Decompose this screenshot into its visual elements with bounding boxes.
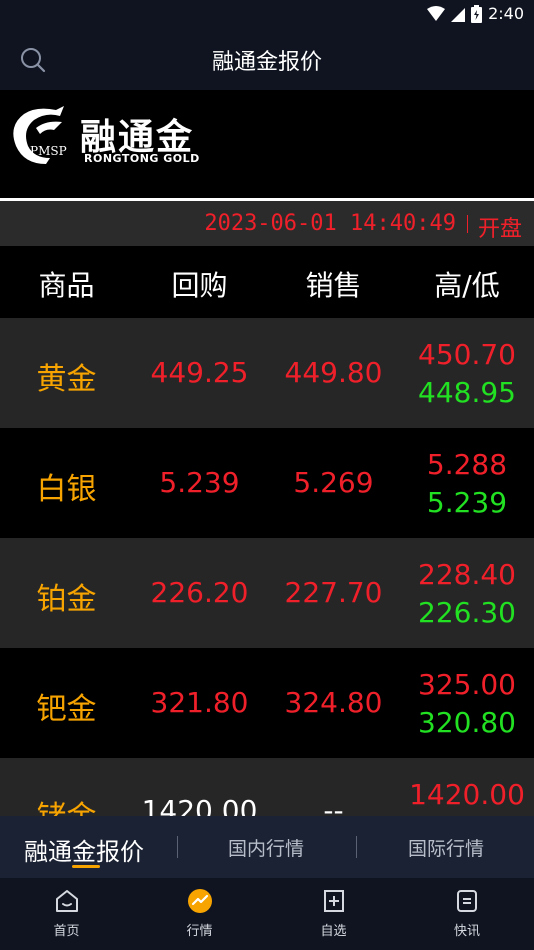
high-price: 228.40 [418,558,516,591]
page-title: 融通金报价 [211,50,322,75]
product-name: 黄金 [36,362,97,397]
quote-subtabs: 融通金报价 国内行情 国际行情 [0,816,534,878]
tab-domestic-market[interactable]: 国内行情 [228,834,304,861]
brand-banner: PMSP 融通金 RONGTONG GOLD [0,90,534,198]
quote-datetime: 2023-06-01 14:40:49 [204,211,456,236]
separator [467,215,468,233]
sell-price: -- [323,794,344,816]
buyback-price: 5.239 [159,466,240,499]
buyback-price: 321.80 [150,686,249,719]
table-row[interactable]: 钯金 321.80 324.80 325.00 320.80 [0,648,534,758]
active-tab-indicator [72,865,100,868]
low-price: 5.239 [426,486,508,519]
sell-price: 324.80 [284,686,383,719]
app-header: 融通金报价 [0,28,534,90]
low-price: 226.30 [418,596,516,629]
home-icon [55,890,78,912]
product-name: 钯金 [36,692,97,727]
nav-market[interactable]: 行情 [133,888,266,939]
low-price: 320.80 [418,706,516,739]
sell-price: 449.80 [284,356,383,389]
status-time: 2:40 [488,4,524,23]
high-price: 450.70 [418,338,516,371]
table-row[interactable]: 白银 5.239 5.269 5.288 5.239 [0,428,534,538]
buyback-price: 449.25 [150,356,249,389]
tab-international-market[interactable]: 国际行情 [408,834,484,861]
quote-timebar: 2023-06-01 14:40:49 开盘 [0,201,534,246]
signal-icon [451,7,466,22]
column-header-buyback: 回购 [171,269,228,302]
table-row[interactable]: 黄金 449.25 449.80 450.70 448.95 [0,318,534,428]
news-icon [457,890,477,912]
buyback-price: 226.20 [150,576,249,609]
nav-watchlist[interactable]: 自选 [267,888,400,939]
add-bookmark-icon [323,890,344,912]
nav-home[interactable]: 首页 [0,888,133,939]
table-row[interactable]: 铂金 226.20 227.70 228.40 226.30 [0,538,534,648]
buyback-price: 1420.00 [141,794,258,816]
low-price: 448.95 [418,376,516,409]
column-header-product: 商品 [38,269,95,302]
nav-label: 行情 [186,924,213,939]
dragon-logo-icon [13,106,65,164]
sell-price: 5.269 [293,466,374,499]
high-price: 1420.00 [409,778,525,811]
logo-mark: PMSP [30,144,67,158]
product-name: 铑金 [0,792,133,816]
market-status: 开盘 [477,217,522,242]
nav-label: 首页 [53,924,80,939]
table-row[interactable]: 铑金 1420.00 -- 1420.00 [0,758,534,816]
nav-news[interactable]: 快讯 [400,888,534,939]
status-bar: 2:40 [0,0,534,28]
table-header: 商品 回购 销售 高/低 [0,246,534,318]
separator [356,836,357,858]
sell-price: 227.70 [284,576,383,609]
high-price: 5.288 [426,448,508,481]
nav-label: 自选 [320,924,347,939]
trend-icon [187,889,212,913]
column-header-high-low: 高/低 [434,269,500,302]
product-name: 白银 [36,472,97,507]
battery-icon [471,4,483,23]
brand-english: RONGTONG GOLD [84,152,200,165]
tab-rongtong-quote[interactable]: 融通金报价 [24,832,144,867]
wifi-icon [427,5,446,21]
product-name: 铂金 [36,582,97,617]
bottom-navigation: 首页 行情 自选 快讯 [0,878,534,950]
high-price: 325.00 [418,668,516,701]
status-icons: 2:40 [427,4,524,23]
column-header-sell: 销售 [305,269,362,302]
nav-label: 快讯 [453,924,480,939]
separator [177,836,178,858]
